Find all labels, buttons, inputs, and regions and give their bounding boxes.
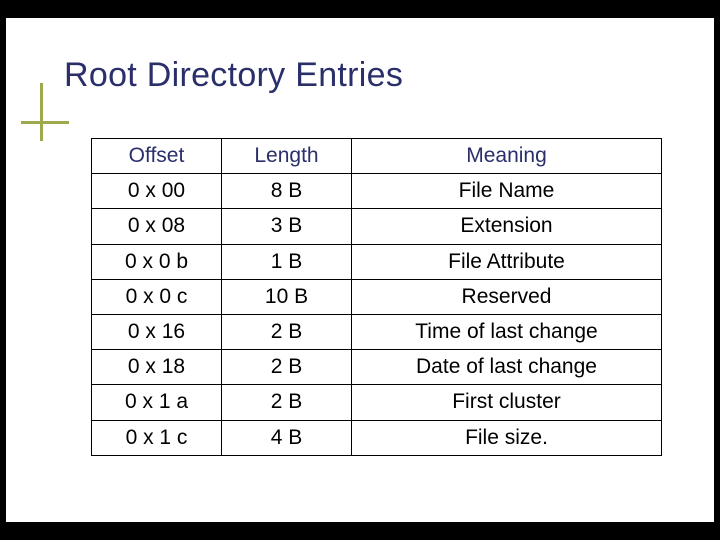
cell-offset: 0 x 00	[92, 174, 222, 209]
cell-length: 1 B	[222, 244, 352, 279]
table-row: 0 x 0 c 10 B Reserved	[92, 279, 662, 314]
col-header-length: Length	[222, 139, 352, 174]
table-row: 0 x 0 b 1 B File Attribute	[92, 244, 662, 279]
table-row: 0 x 18 2 B Date of last change	[92, 350, 662, 385]
col-header-offset: Offset	[92, 139, 222, 174]
slide: Root Directory Entries Offset Length Mea…	[6, 18, 714, 522]
cell-length: 8 B	[222, 174, 352, 209]
cell-length: 3 B	[222, 209, 352, 244]
cell-meaning: Date of last change	[352, 350, 662, 385]
cell-length: 2 B	[222, 385, 352, 420]
table-row: 0 x 1 c 4 B File size.	[92, 420, 662, 455]
cell-offset: 0 x 16	[92, 314, 222, 349]
accent-horizontal	[21, 121, 69, 124]
cell-length: 10 B	[222, 279, 352, 314]
slide-title: Root Directory Entries	[64, 56, 403, 95]
cell-offset: 0 x 1 a	[92, 385, 222, 420]
cell-meaning: Reserved	[352, 279, 662, 314]
cell-offset: 0 x 0 c	[92, 279, 222, 314]
cell-length: 2 B	[222, 314, 352, 349]
col-header-meaning: Meaning	[352, 139, 662, 174]
cell-offset: 0 x 18	[92, 350, 222, 385]
directory-entries-table: Offset Length Meaning 0 x 00 8 B File Na…	[91, 138, 662, 456]
table-row: 0 x 16 2 B Time of last change	[92, 314, 662, 349]
table-row: 0 x 00 8 B File Name	[92, 174, 662, 209]
cell-meaning: File Attribute	[352, 244, 662, 279]
cell-meaning: File size.	[352, 420, 662, 455]
cell-offset: 0 x 08	[92, 209, 222, 244]
table-header-row: Offset Length Meaning	[92, 139, 662, 174]
table-row: 0 x 08 3 B Extension	[92, 209, 662, 244]
cell-meaning: Time of last change	[352, 314, 662, 349]
table-row: 0 x 1 a 2 B First cluster	[92, 385, 662, 420]
cell-offset: 0 x 1 c	[92, 420, 222, 455]
cell-length: 2 B	[222, 350, 352, 385]
cell-meaning: Extension	[352, 209, 662, 244]
cell-offset: 0 x 0 b	[92, 244, 222, 279]
cell-length: 4 B	[222, 420, 352, 455]
cell-meaning: First cluster	[352, 385, 662, 420]
cell-meaning: File Name	[352, 174, 662, 209]
accent-vertical	[40, 83, 43, 141]
